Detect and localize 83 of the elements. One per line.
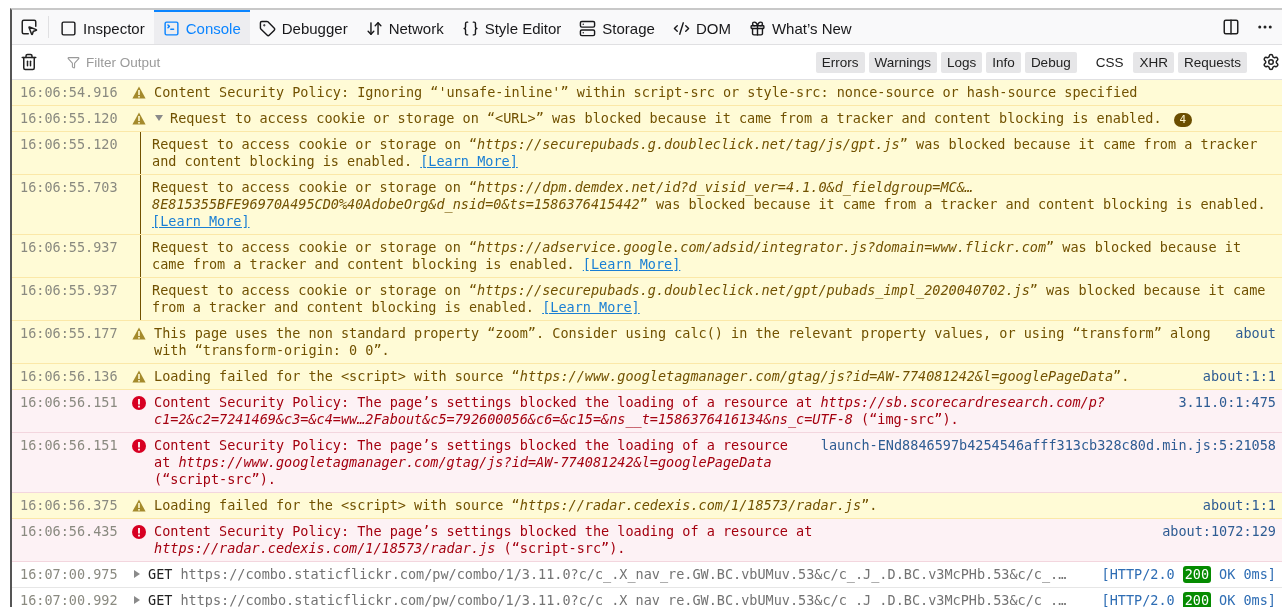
devtools-tab[interactable]: What’s New [739, 10, 861, 44]
caret-down-icon[interactable] [154, 113, 164, 123]
caret-right-icon[interactable] [132, 595, 142, 605]
console-message: Content Security Policy: The page’s settings blocked the loading of a resource at https://www.googletagmanager.com/gtag/js?id=AW-774081242&l=googlePageData (“script-src”). [154, 437, 788, 487]
timestamp: 16:06:56.151 [20, 394, 119, 411]
timestamp: 16:06:56.136 [20, 368, 119, 385]
warning-icon [132, 499, 146, 512]
source-link[interactable]: about [1235, 325, 1276, 342]
tag-icon [258, 19, 276, 37]
timestamp: 16:07:00.975 [20, 566, 119, 583]
timestamp: 16:06:54.916 [20, 84, 119, 101]
timestamp: 16:06:55.120 [20, 110, 119, 127]
timestamp: 16:06:56.375 [20, 497, 119, 514]
type-filter-button[interactable]: XHR [1133, 51, 1174, 73]
type-filter-button[interactable]: CSS [1089, 51, 1130, 73]
console-message: Content Security Policy: The page’s settings blocked the loading of a resource at https://sb.scorecardresearch.com/p?c1=2&c2=7241469&c3=&c4=ww…2Fabout&c5=792600056&c6=&c15=&ns__t=1586376416134&ns_c=UTF-8 (“img-src”). [154, 394, 1105, 427]
console-message: Request to access cookie or storage on “https://securepubads.g.doubleclick.net/gpt/pubads_impl_2020040702.js” was blocked because it came from a tracker and content blocking is enabled. [Learn More] [152, 282, 1266, 315]
level-filter-button[interactable]: Info [986, 51, 1021, 73]
repeat-count: 4 [1173, 113, 1193, 127]
learn-more-link[interactable]: [Learn More] [152, 213, 250, 229]
warning-icon [132, 370, 146, 383]
devtools-tab[interactable]: Inspector [51, 10, 154, 44]
console-message: Request to access cookie or storage on “https://dpm.demdex.net/id?d_visid_ver=4.1.0&d_fieldgroup=MC&…8E815355BFE96970A495CD0%40AdobeOrg&d_nsid=0&ts=1586376415442” was blocked because it came from a tracker and content blocking is enabled. [Learn More] [152, 179, 1266, 229]
warning-icon [132, 86, 146, 99]
timestamp: 16:06:55.703 [20, 178, 119, 196]
learn-more-link[interactable]: [Learn More] [420, 153, 518, 169]
devtools-tab[interactable]: DOM [663, 10, 740, 44]
status-text: OK 0ms] [1219, 592, 1276, 607]
filter-field[interactable]: Filter Output [84, 53, 803, 71]
learn-more-link[interactable]: [Learn More] [542, 299, 640, 315]
timestamp: 16:06:55.177 [20, 325, 119, 342]
source-link[interactable]: about:1:1 [1202, 497, 1276, 514]
level-filter-button[interactable]: Debug [1024, 51, 1077, 73]
settings-icon[interactable] [1260, 53, 1282, 71]
error-icon [132, 439, 146, 453]
error-icon [132, 396, 146, 410]
level-filter-button[interactable]: Errors [815, 51, 865, 73]
inspector-icon [60, 19, 77, 37]
request-url[interactable]: https://combo.staticflickr.com/pw/combo/1/3.11.0?c/c_.X_nav_re.GW.BC.vbUMuv.53&c/c_.J_.D.BC.v3McPHb.53&c/c_.… [180, 566, 1067, 583]
console-message: Request to access cookie or storage on “https://securepubads.g.doubleclick.net/tag/js/gpt.js” was blocked because it came from a tracker and content blocking is enabled. [Learn More] [152, 136, 1258, 169]
source-link[interactable]: about:1:1 [1202, 368, 1276, 385]
level-filter-button[interactable]: Logs [941, 51, 983, 73]
timestamp: 16:06:55.120 [20, 135, 119, 153]
gift-icon [748, 19, 766, 37]
warning-icon [132, 112, 146, 125]
timestamp: 16:07:00.992 [20, 592, 119, 607]
console-message: Request to access cookie or storage on “<URL>” was blocked because it came from a tracker and content blocking is enabled. [170, 110, 1162, 126]
timestamp: 16:06:55.937 [20, 238, 119, 256]
caret-right-icon[interactable] [132, 569, 142, 579]
protocol-label: [HTTP/2.0 [1101, 566, 1175, 583]
status-text: OK 0ms] [1219, 566, 1276, 583]
protocol-label: [HTTP/2.0 [1101, 592, 1175, 607]
console-message: Loading failed for the <script> with source “https://www.googletagmanager.com/gtag/js?id=AW-774081242&l=googlePageData”. [154, 368, 1130, 384]
devtools-tab[interactable]: Storage [570, 10, 664, 44]
status-code: 200 [1182, 592, 1212, 607]
request-method: GET [148, 592, 173, 607]
console-message: Loading failed for the <script> with source “https://radar.cedexis.com/1/18573/radar.js”. [154, 497, 878, 513]
request-method: GET [148, 566, 173, 583]
devtools-tab[interactable]: Network [356, 10, 453, 44]
timestamp: 16:06:56.151 [20, 437, 119, 454]
level-filter-button[interactable]: Warnings [868, 51, 938, 73]
timestamp: 16:06:56.435 [20, 523, 119, 540]
terminal-icon [162, 19, 180, 37]
console-message: Content Security Policy: The page’s settings blocked the loading of a resource at https://radar.cedexis.com/1/18573/radar.js (“script-src”). [154, 523, 813, 556]
warning-icon [132, 327, 146, 340]
devtools-tab[interactable]: Style Editor [452, 10, 571, 44]
console-message: Request to access cookie or storage on “https://adservice.google.com/adsid/integrator.js?domain=www.flickr.com” was blocked because it came from a tracker and content blocking is enabled. [Learn More] [152, 239, 1242, 272]
devtools-tab[interactable]: Debugger [249, 10, 357, 44]
filter-icon [67, 55, 80, 69]
console-message: This page uses the non standard property “zoom”. Consider using calc() in the relevant property values, or using “transform” along with “transform-origin: 0 0”. [154, 325, 1211, 358]
arrows-up-down-icon [365, 19, 383, 37]
type-filter-button[interactable]: Requests [1177, 51, 1247, 73]
storage-icon [579, 19, 597, 37]
learn-more-link[interactable]: [Learn More] [582, 256, 681, 272]
code-icon [672, 19, 690, 37]
source-link[interactable]: about:1072:129 [1162, 523, 1276, 540]
source-link[interactable]: launch-ENd8846597b4254546afff313cb328c80d.min.js:5:21058 [820, 437, 1276, 454]
console-message: Content Security Policy: Ignoring “'unsafe-inline'” within script-src or style-src: nonce-source or hash-source specified [154, 84, 1138, 100]
status-code: 200 [1182, 566, 1212, 583]
timestamp: 16:06:55.937 [20, 281, 119, 299]
source-link[interactable]: 3.11.0:1:475 [1178, 394, 1276, 411]
braces-icon [461, 19, 479, 37]
error-icon [132, 525, 146, 539]
